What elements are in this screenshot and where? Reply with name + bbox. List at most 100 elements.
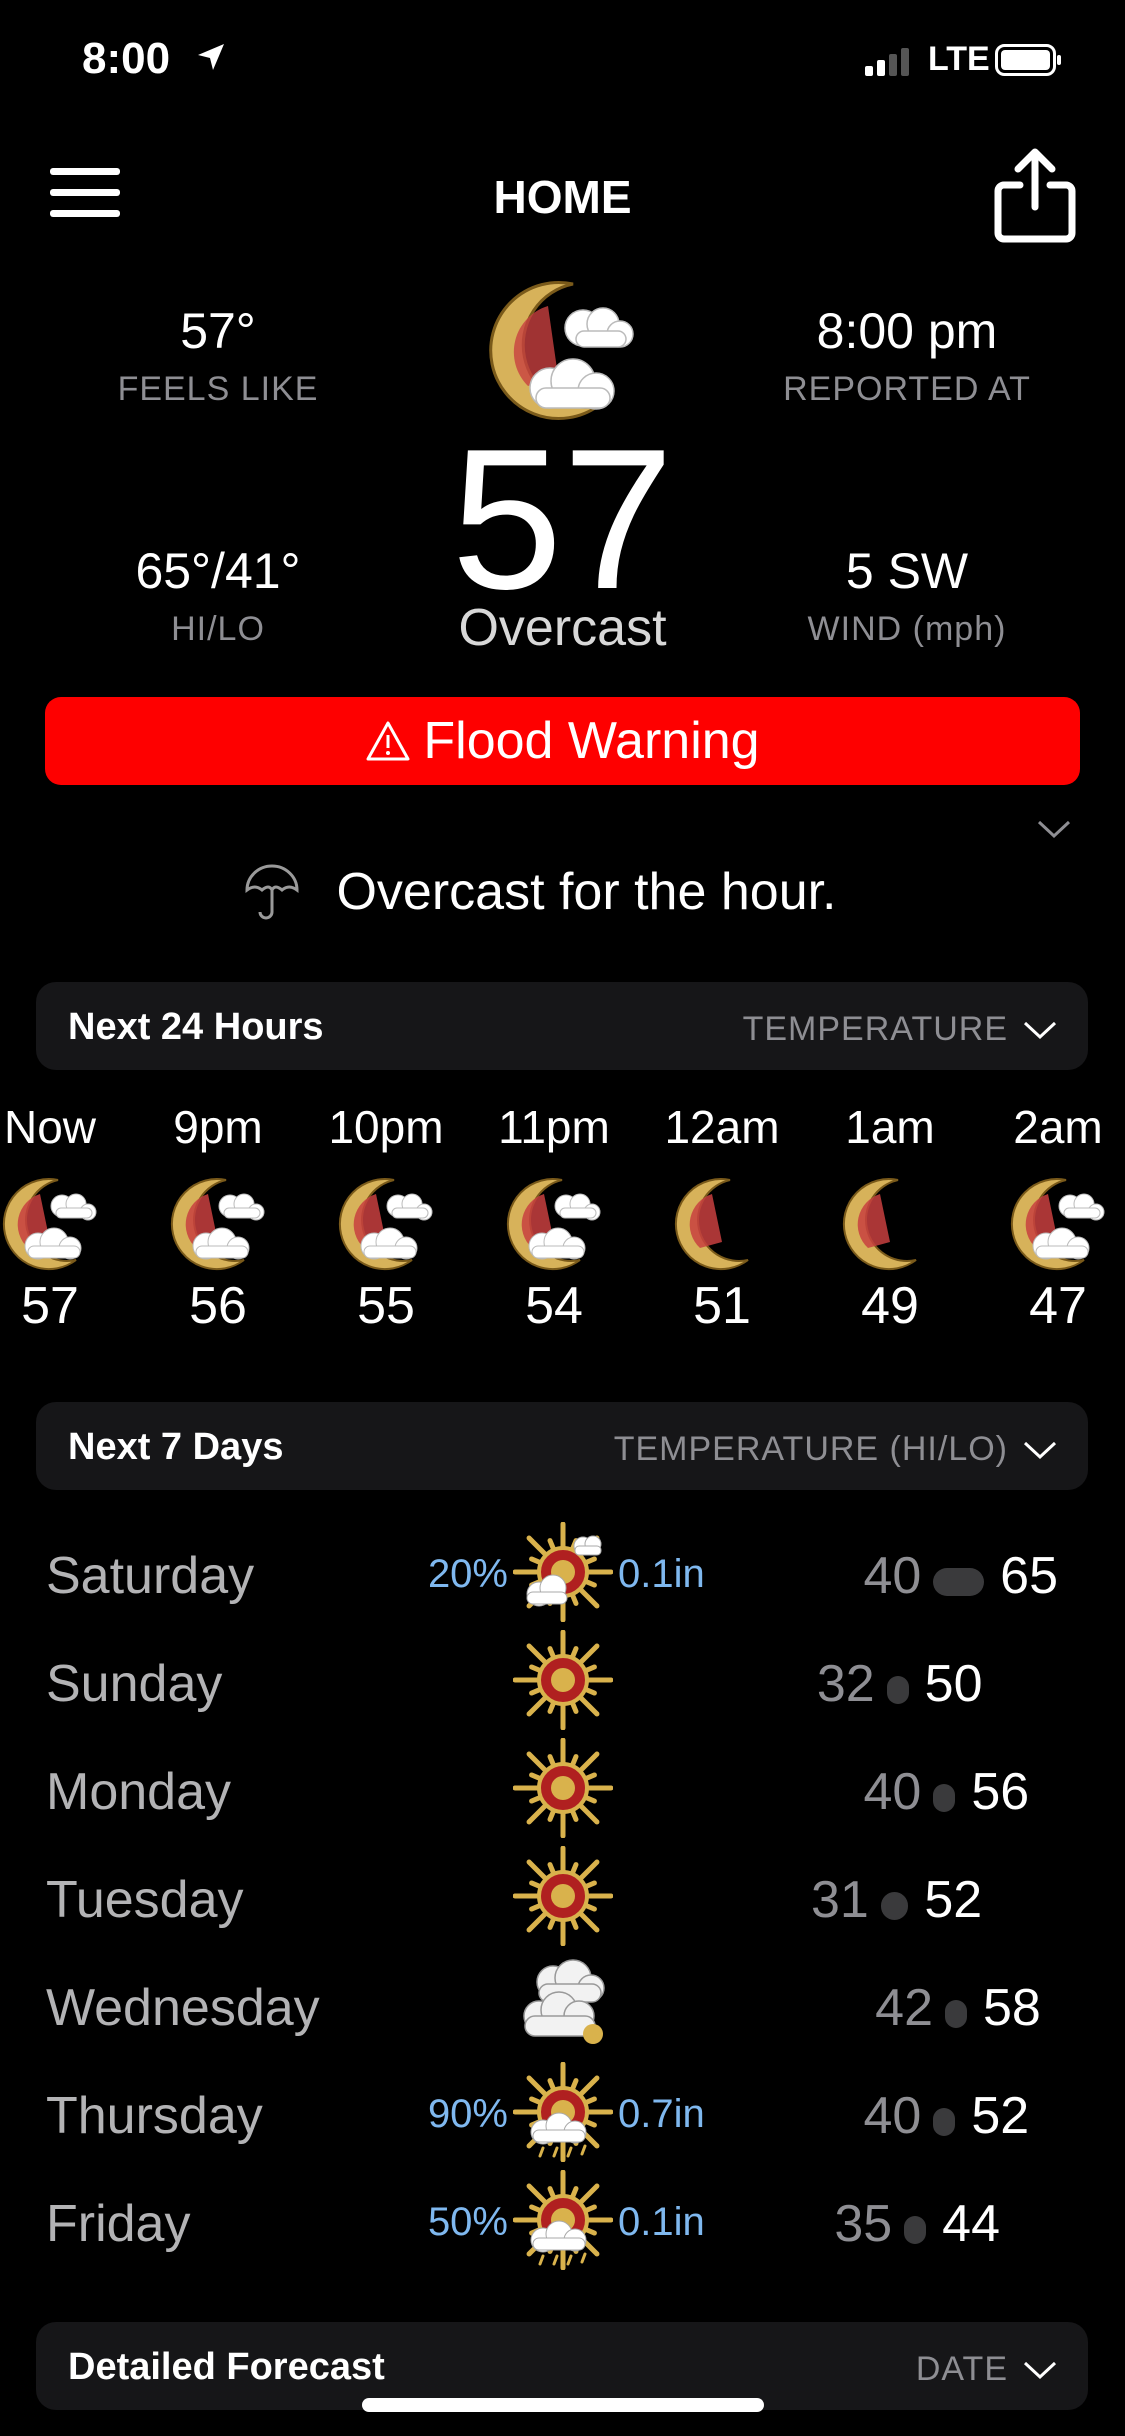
current-temperature: 57 [451, 408, 674, 631]
temperature-range-bar [933, 2108, 956, 2136]
daily-row[interactable]: Saturday 20% 0.1in 40 65 [0, 1521, 1125, 1623]
hourly-time: 2am [1013, 1101, 1103, 1153]
daily-precip-amount: 0.1in [618, 2200, 705, 2244]
hourly-temp: 54 [525, 1277, 583, 1335]
battery-icon [995, 44, 1061, 76]
daily-low: 35 [834, 2195, 893, 2253]
daily-row[interactable]: Wednesday 42 58 [0, 1954, 1125, 2054]
daily-low: 40 [863, 1547, 922, 1605]
daily-mode-selector[interactable]: TEMPERATURE (HI/LO) [614, 1430, 1058, 1469]
hourly-item[interactable]: 11pm 54 [484, 1100, 624, 1336]
hourly-temp: 55 [357, 1277, 415, 1335]
moon-icon [672, 1172, 772, 1272]
moon-cloud-icon [336, 1172, 436, 1272]
daily-low: 32 [816, 1655, 875, 1713]
daily-day: Monday [46, 1763, 231, 1821]
daily-precip-amount: 0.1in [618, 1552, 705, 1596]
daily-section-header[interactable]: Next 7 Days TEMPERATURE (HI/LO) [36, 1402, 1088, 1490]
daily-high: 58 [983, 1979, 1041, 2037]
detailed-section-title: Detailed Forecast [68, 2346, 385, 2388]
location-arrow-icon [198, 44, 224, 70]
chevron-down-icon [1023, 2361, 1057, 2379]
moon-cloud-icon [489, 280, 634, 420]
sun-icon [512, 1737, 614, 1839]
daily-day: Friday [46, 2195, 191, 2253]
daily-day: Tuesday [46, 1871, 244, 1929]
sun-rain-icon [512, 2061, 614, 2163]
daily-low: 40 [863, 2087, 922, 2145]
daily-row[interactable]: Monday 40 56 [0, 1737, 1125, 1839]
temperature-range-bar [880, 1892, 909, 1920]
hourly-item[interactable]: 1am 49 [820, 1100, 960, 1336]
sun-icon [512, 1845, 614, 1947]
daily-day: Saturday [46, 1547, 255, 1605]
hourly-mode-label: TEMPERATURE [742, 1010, 1008, 1048]
daily-high: 56 [971, 1763, 1030, 1821]
status-time: 8:00 [82, 34, 171, 83]
hourly-section-header[interactable]: Next 24 Hours TEMPERATURE [36, 982, 1088, 1070]
daily-low: 31 [810, 1871, 869, 1929]
daily-high: 65 [1000, 1547, 1058, 1605]
daily-low: 40 [863, 1763, 922, 1821]
network-label: LTE [928, 40, 990, 78]
temperature-range-bar [904, 2216, 927, 2244]
moon-cloud-icon [1008, 1172, 1108, 1272]
hourly-time: Now [3, 1101, 97, 1153]
alert-text: Flood Warning [423, 712, 760, 770]
flood-warning-alert[interactable]: Flood Warning [45, 697, 1080, 785]
sun-rain-icon [512, 2169, 614, 2271]
detailed-section-header[interactable]: Detailed Forecast DATE [36, 2322, 1088, 2410]
current-condition: Overcast [458, 599, 667, 657]
hourly-item[interactable]: 10pm 55 [316, 1100, 456, 1336]
hourly-time: 9pm [173, 1101, 263, 1153]
daily-high: 52 [971, 2087, 1030, 2145]
daily-mode-label: TEMPERATURE (HI/LO) [613, 1430, 1008, 1468]
temperature-range-bar [886, 1676, 909, 1704]
moon-cloud-icon [504, 1172, 604, 1272]
detailed-mode-label: DATE [915, 2350, 1008, 2388]
page-title: HOME [493, 171, 632, 223]
daily-day: Sunday [46, 1655, 223, 1713]
hourly-time: 1am [845, 1101, 935, 1153]
hourly-item[interactable]: 12am 51 [652, 1100, 792, 1336]
cloud-icon [513, 1954, 613, 2054]
hourly-time: 12am [664, 1101, 780, 1153]
temperature-range-bar [933, 1568, 985, 1596]
feels-like-value: 57° [180, 303, 256, 359]
hourly-temp: 49 [861, 1277, 919, 1335]
reported-at-value: 8:00 pm [816, 303, 998, 359]
daily-low: 42 [875, 1979, 933, 2037]
sun-icon [512, 1629, 614, 1731]
daily-precip-chance: 90% [427, 2092, 508, 2136]
hourly-item[interactable]: 9pm 56 [148, 1100, 288, 1336]
hourly-time: 11pm [498, 1101, 610, 1153]
temperature-range-bar [945, 2000, 967, 2028]
daily-row[interactable]: Thursday 90% 0.7in 40 52 [0, 2061, 1125, 2163]
chevron-down-icon[interactable] [1036, 818, 1072, 840]
home-indicator[interactable] [362, 2398, 764, 2412]
daily-high: 44 [942, 2195, 1000, 2253]
hourly-temp: 51 [693, 1277, 751, 1335]
hourly-temp: 47 [1029, 1277, 1087, 1335]
moon-cloud-icon [0, 1172, 100, 1272]
moon-cloud-icon [168, 1172, 268, 1272]
daily-precip-chance: 50% [427, 2200, 508, 2244]
feels-like-label: FEELS LIKE [117, 370, 319, 408]
daily-row[interactable]: Tuesday 31 52 [0, 1845, 1125, 1947]
hourly-item[interactable]: Now 57 [0, 1100, 120, 1336]
chevron-down-icon [1023, 1021, 1057, 1039]
daily-high: 52 [924, 1871, 983, 1929]
hourly-temp: 56 [189, 1277, 247, 1335]
hour-summary: Overcast for the hour. [336, 863, 837, 921]
hourly-mode-selector[interactable]: TEMPERATURE [743, 1010, 1058, 1049]
daily-precip-amount: 0.7in [618, 2092, 705, 2136]
detailed-mode-selector[interactable]: DATE [916, 2350, 1058, 2389]
daily-row[interactable]: Friday 50% 0.1in 35 44 [0, 2169, 1125, 2271]
warning-triangle-icon [366, 721, 410, 761]
hourly-item[interactable]: 2am 47 [988, 1100, 1125, 1336]
share-icon[interactable] [990, 145, 1080, 245]
daily-high: 50 [924, 1655, 983, 1713]
daily-row[interactable]: Sunday 32 50 [0, 1629, 1125, 1731]
daily-precip-chance: 20% [427, 1552, 508, 1596]
temperature-range-bar [933, 1784, 956, 1812]
